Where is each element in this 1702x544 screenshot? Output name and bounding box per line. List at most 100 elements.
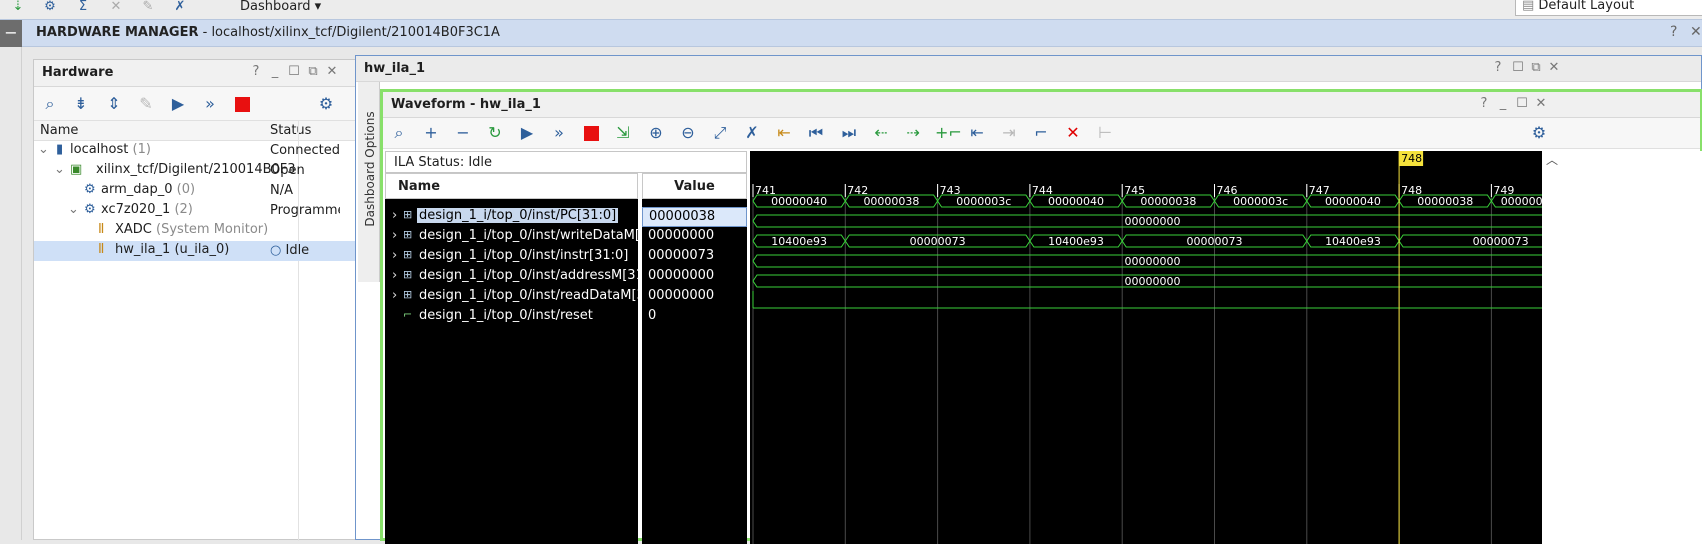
dashboard-menu[interactable]: Dashboard ▾: [240, 0, 321, 14]
fast-forward-icon[interactable]: »: [549, 123, 569, 143]
signal-value[interactable]: 00000000: [642, 267, 747, 287]
zoom-fit-icon[interactable]: ⤢: [710, 123, 730, 143]
go-first-icon[interactable]: ⏮: [806, 123, 826, 143]
pen-icon[interactable]: ✎: [140, 0, 156, 16]
gear-icon[interactable]: ⚙: [42, 0, 58, 16]
signal-row-reset[interactable]: ⌐ design_1_i/top_0/inst/reset: [385, 307, 638, 327]
restore-icon[interactable]: ☐: [286, 64, 302, 79]
add-icon[interactable]: +: [421, 123, 441, 143]
cursor-icon[interactable]: ✗: [742, 123, 762, 143]
tree-row-device[interactable]: ⌄ ⚙ xc7z020_1 (2) Programmed: [34, 201, 372, 221]
remove-icon[interactable]: −: [453, 123, 473, 143]
search-icon[interactable]: ⌕: [40, 94, 60, 114]
signal-row-instr[interactable]: › ⊞ design_1_i/top_0/inst/instr[31:0]: [385, 247, 638, 267]
zoom-out-icon[interactable]: ⊖: [678, 123, 698, 143]
restore-icon[interactable]: ☐: [1514, 96, 1530, 111]
chevron-right-icon[interactable]: ›: [392, 228, 397, 243]
bus-value-label: 00000038: [1140, 195, 1196, 208]
chevron-down-icon[interactable]: ⌄: [68, 202, 79, 217]
col-name[interactable]: Name: [40, 123, 78, 138]
close-icon[interactable]: ✕: [1546, 60, 1562, 75]
next-marker-icon[interactable]: ⇥: [999, 123, 1019, 143]
layout-select[interactable]: ▤ Default Layout: [1515, 0, 1702, 16]
marker-icon[interactable]: ⇤: [774, 123, 794, 143]
chevron-down-icon[interactable]: ⌄: [54, 162, 65, 177]
chevron-right-icon[interactable]: ›: [392, 268, 397, 283]
disconnect-icon[interactable]: ✎: [136, 94, 156, 114]
gear-icon[interactable]: ⚙: [316, 94, 336, 114]
collapse-all-icon[interactable]: ⇟: [71, 94, 91, 114]
hardware-manager-title: HARDWARE MANAGER - localhost/xilinx_tcf/…: [36, 25, 500, 40]
debug-icon[interactable]: ✕: [108, 0, 124, 16]
chevron-right-icon[interactable]: ›: [392, 248, 397, 263]
col-status[interactable]: Status: [270, 123, 311, 138]
sigma-icon[interactable]: Σ: [75, 0, 91, 16]
help-icon[interactable]: ?: [1490, 60, 1506, 75]
bus-value-label: 10400e93: [1325, 235, 1381, 248]
signal-name: design_1_i/top_0/inst/addressM[31:0]: [419, 268, 638, 283]
fast-forward-icon[interactable]: »: [200, 94, 220, 114]
tree-row-localhost[interactable]: ⌄ ▮ localhost (1) Connected: [34, 141, 372, 161]
waveform-scroll-area[interactable]: ︿: [1542, 151, 1702, 544]
signal-row-writedata[interactable]: › ⊞ design_1_i/top_0/inst/writeDataM[31:…: [385, 227, 638, 247]
signal-row-pc[interactable]: › ⊞ design_1_i/top_0/inst/PC[31:0]: [385, 207, 638, 227]
signal-row-address[interactable]: › ⊞ design_1_i/top_0/inst/addressM[31:0]: [385, 267, 638, 287]
close-icon[interactable]: ✕: [324, 64, 340, 79]
expand-all-icon[interactable]: ⇕: [104, 94, 124, 114]
signal-value[interactable]: 00000038: [642, 207, 747, 227]
chevron-right-icon[interactable]: ›: [392, 208, 397, 223]
zoom-in-icon[interactable]: ⊕: [646, 123, 666, 143]
help-icon[interactable]: ?: [248, 64, 264, 79]
gear-icon[interactable]: ⚙: [1529, 123, 1549, 143]
collapse-button[interactable]: −: [0, 20, 22, 48]
export-icon[interactable]: ⇲: [613, 123, 633, 143]
signal-value[interactable]: 00000000: [642, 227, 747, 247]
waveform-canvas[interactable]: 00000040 00000038 0000003c 00000040 00000038…: [750, 151, 1542, 544]
signal-row-readdata[interactable]: › ⊞ design_1_i/top_0/inst/readDataM[31:0…: [385, 287, 638, 307]
bus-value-label: 00000073: [1473, 235, 1529, 248]
snap-icon[interactable]: ⊢: [1095, 123, 1115, 143]
signal-value[interactable]: 00000000: [642, 287, 747, 307]
signal-value[interactable]: 00000073: [642, 247, 747, 267]
help-icon[interactable]: ?: [1476, 96, 1492, 111]
cursor-label: 748: [1401, 152, 1422, 165]
delete-marker-icon[interactable]: ✕: [1063, 123, 1083, 143]
stop-icon[interactable]: [584, 126, 599, 141]
prev-marker-icon[interactable]: ⇤: [967, 123, 987, 143]
search-icon[interactable]: ⌕: [389, 123, 409, 143]
next-transition-icon[interactable]: ⇢: [903, 123, 923, 143]
play-icon[interactable]: ▶: [517, 123, 537, 143]
go-last-icon[interactable]: ⏭: [839, 123, 859, 143]
signal-name: design_1_i/top_0/inst/PC[31:0]: [417, 208, 619, 223]
run-icon[interactable]: ⇣: [10, 0, 26, 16]
tools-icon[interactable]: ✗: [172, 0, 188, 16]
scroll-up-icon[interactable]: ︿: [1546, 151, 1558, 168]
swap-cursor-icon[interactable]: ⌐: [1031, 123, 1051, 143]
tree-row-xadc[interactable]: Ⅱ XADC (System Monitor): [34, 221, 372, 241]
value-column-header[interactable]: Value: [642, 173, 747, 199]
status-text: Programmed: [270, 203, 340, 218]
name-column-header[interactable]: Name: [385, 173, 638, 199]
stop-icon[interactable]: [235, 97, 250, 112]
float-icon[interactable]: ⧉: [1528, 60, 1544, 75]
prev-transition-icon[interactable]: ⇠: [871, 123, 891, 143]
chevron-right-icon[interactable]: ›: [392, 288, 397, 303]
minimize-icon[interactable]: _: [267, 64, 283, 79]
restore-icon[interactable]: ☐: [1510, 60, 1526, 75]
add-marker-icon[interactable]: +⌐: [935, 123, 962, 143]
help-icon[interactable]: ?: [1670, 24, 1677, 40]
tree-row-arm-dap[interactable]: ⚙ arm_dap_0 (0) N/A: [34, 181, 372, 201]
minimize-icon[interactable]: _: [1495, 96, 1511, 111]
tree-row-hw-ila[interactable]: Ⅱ hw_ila_1 (u_ila_0) ○ Idle: [34, 241, 372, 261]
dashboard-options-tab[interactable]: Dashboard Options: [358, 82, 380, 282]
bus-value-label: 00000040: [1048, 195, 1104, 208]
play-icon[interactable]: ▶: [168, 94, 188, 114]
refresh-icon[interactable]: ↻: [485, 123, 505, 143]
hardware-table-header: Name Status: [34, 121, 372, 141]
tree-row-target[interactable]: ⌄ ▣ xilinx_tcf/Digilent/210014B0F3 Open: [34, 161, 372, 181]
float-icon[interactable]: ⧉: [305, 64, 321, 79]
chevron-down-icon[interactable]: ⌄: [38, 142, 49, 157]
close-icon[interactable]: ✕: [1533, 96, 1549, 111]
close-icon[interactable]: ✕: [1690, 24, 1702, 40]
signal-value[interactable]: 0: [642, 307, 747, 327]
